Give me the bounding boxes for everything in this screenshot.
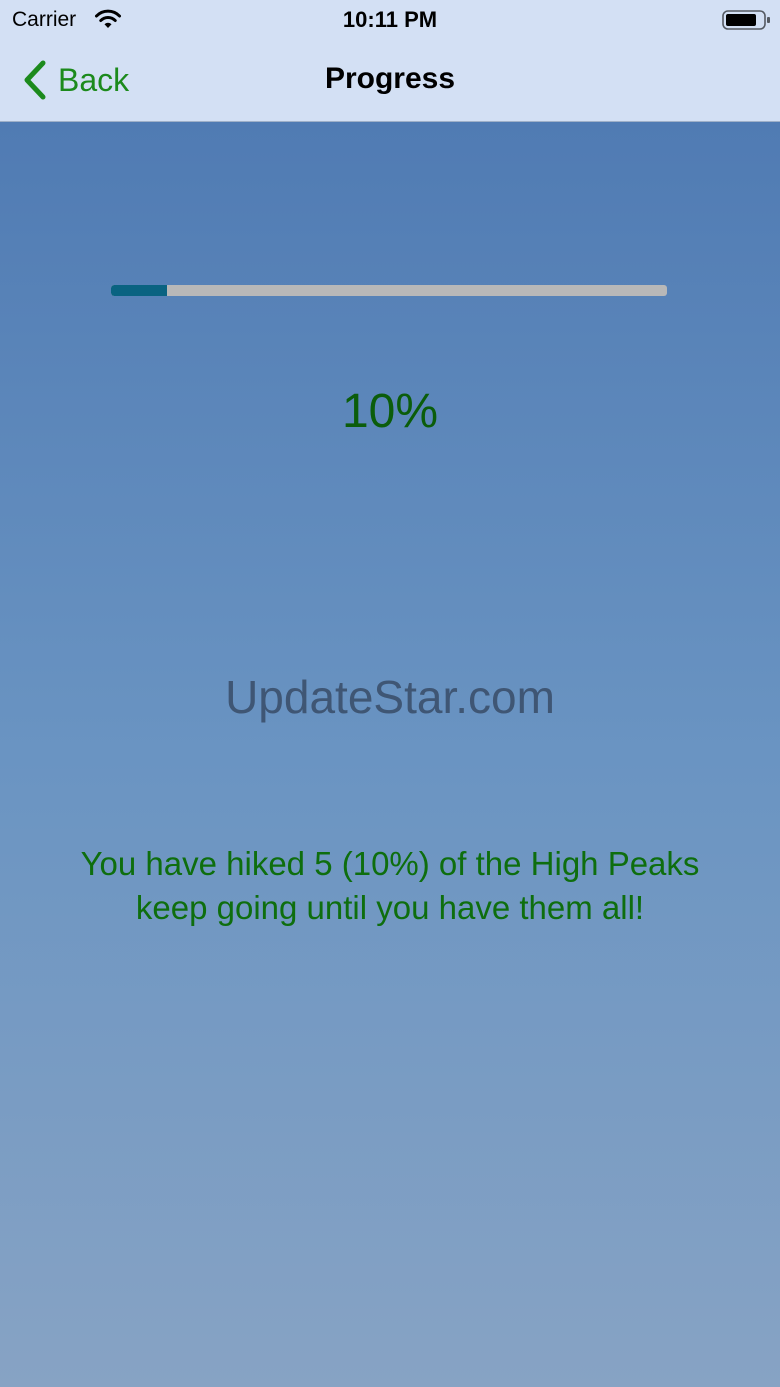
progress-message-line-2: keep going until you have them all! [135, 889, 645, 926]
progress-bar-fill [111, 285, 167, 296]
battery-icon [722, 10, 770, 30]
progress-content: 10% UpdateStar.com You have hiked 5 (10%… [0, 122, 780, 1387]
watermark-text: UpdateStar.com [225, 671, 555, 723]
status-bar: Carrier 10:11 PM [0, 0, 780, 40]
progress-message: You have hiked 5 (10%) of the High Peaks… [30, 842, 750, 930]
progress-percent: 10% [341, 385, 439, 438]
page-title: Progress [324, 62, 456, 95]
status-time: 10:11 PM [342, 7, 438, 32]
navigation-bar: Back Progress [0, 40, 780, 122]
progress-message-line-1: You have hiked 5 (10%) of the High Peaks [80, 845, 700, 882]
progress-bar [111, 285, 667, 296]
